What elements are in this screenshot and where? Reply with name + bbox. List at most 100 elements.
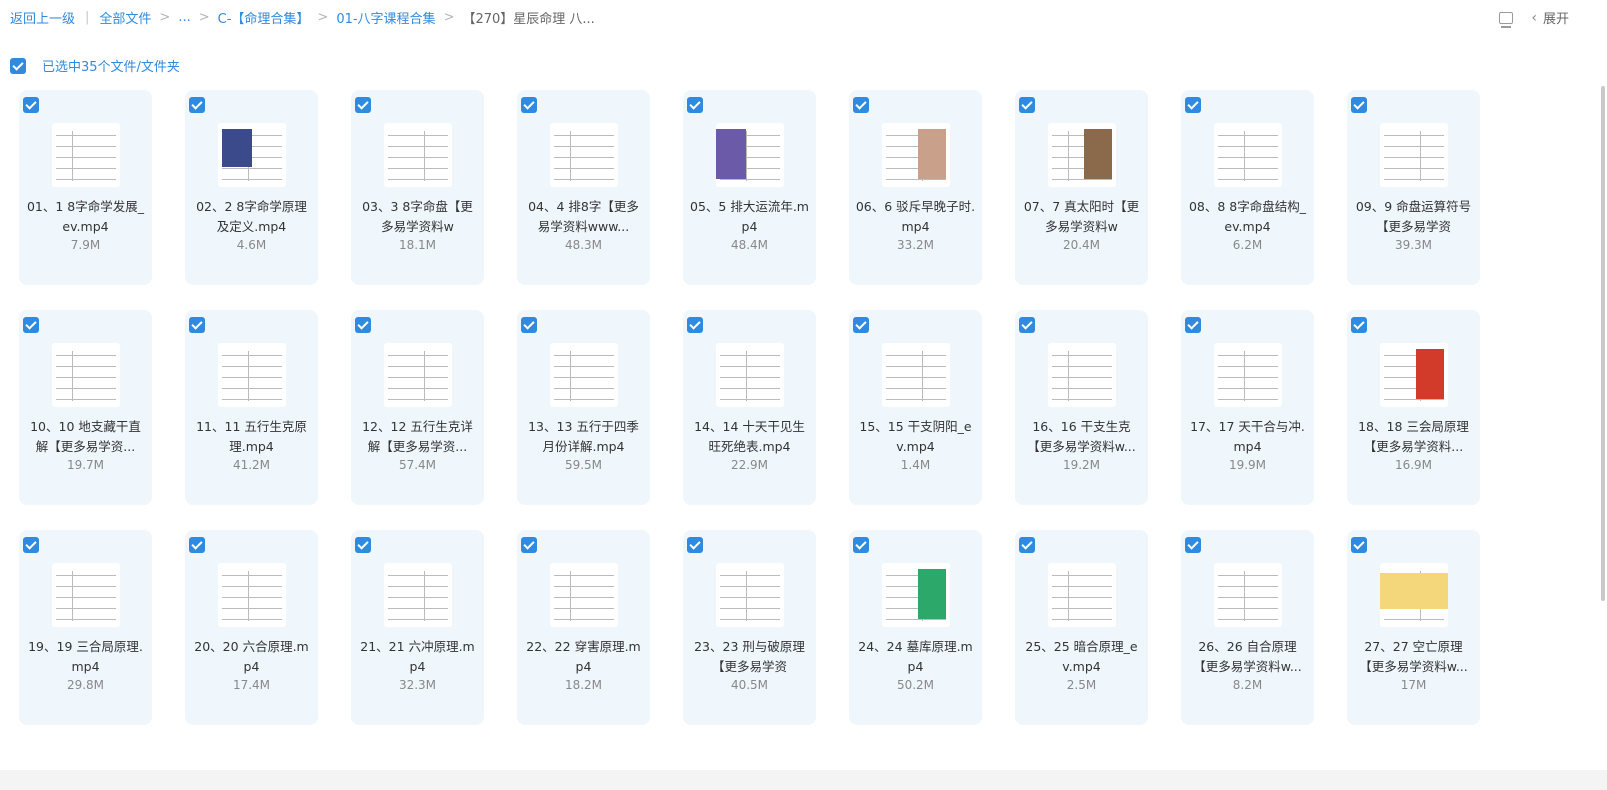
file-checkbox[interactable] xyxy=(521,97,537,113)
file-checkbox[interactable] xyxy=(521,317,537,333)
file-checkbox[interactable] xyxy=(1185,97,1201,113)
file-card[interactable]: 21、21 六冲原理.mp4 32.3M xyxy=(351,530,484,725)
file-checkbox[interactable] xyxy=(23,537,39,553)
file-checkbox[interactable] xyxy=(1185,537,1201,553)
file-size: 2.5M xyxy=(1066,678,1097,692)
breadcrumb-ellipsis[interactable]: ... xyxy=(178,10,190,25)
file-size: 19.9M xyxy=(1228,458,1267,472)
file-card[interactable]: 22、22 穿害原理.mp4 18.2M xyxy=(517,530,650,725)
scrollbar[interactable] xyxy=(1601,86,1605,601)
select-all-checkbox[interactable] xyxy=(10,57,26,74)
file-name: 27、27 空亡原理【更多易学资料w... xyxy=(1359,639,1468,674)
file-size: 41.2M xyxy=(232,458,271,472)
file-card[interactable]: 20、20 六合原理.mp4 17.4M xyxy=(185,530,318,725)
video-thumbnail xyxy=(716,563,784,627)
video-thumbnail xyxy=(1048,563,1116,627)
top-bar: 返回上一级 | 全部文件 > ... > C-【命理合集】 > 01-八字课程合… xyxy=(0,0,1607,36)
file-name: 16、16 干支生克【更多易学资料w... xyxy=(1027,419,1136,454)
file-checkbox[interactable] xyxy=(189,97,205,113)
file-checkbox[interactable] xyxy=(687,317,703,333)
file-card[interactable]: 04、4 排8字【更多易学资料www... 48.3M xyxy=(517,90,650,285)
file-name: 02、2 8字命学原理及定义.mp4 xyxy=(196,199,307,234)
file-card[interactable]: 16、16 干支生克【更多易学资料w... 19.2M xyxy=(1015,310,1148,505)
file-name: 15、15 干支阴阳_ev.mp4 xyxy=(859,419,972,454)
file-size: 48.4M xyxy=(730,238,769,252)
file-card[interactable]: 09、9 命盘运算符号【更多易学资 39.3M xyxy=(1347,90,1480,285)
file-card[interactable]: 13、13 五行于四季月份详解.mp4 59.5M xyxy=(517,310,650,505)
file-card[interactable]: 15、15 干支阴阳_ev.mp4 1.4M xyxy=(849,310,982,505)
file-checkbox[interactable] xyxy=(1019,97,1035,113)
file-card[interactable]: 18、18 三会局原理【更多易学资料... 16.9M xyxy=(1347,310,1480,505)
file-size: 50.2M xyxy=(896,678,935,692)
file-name: 04、4 排8字【更多易学资料www... xyxy=(528,199,639,234)
file-card[interactable]: 03、3 8字命盘【更多易学资料w 18.1M xyxy=(351,90,484,285)
file-card[interactable]: 12、12 五行生克详解【更多易学资... 57.4M xyxy=(351,310,484,505)
back-link[interactable]: 返回上一级 xyxy=(10,8,75,27)
video-thumbnail xyxy=(1380,563,1448,627)
file-checkbox[interactable] xyxy=(189,317,205,333)
file-checkbox[interactable] xyxy=(1351,317,1367,333)
file-checkbox[interactable] xyxy=(1019,537,1035,553)
breadcrumb: 返回上一级 | 全部文件 > ... > C-【命理合集】 > 01-八字课程合… xyxy=(10,8,595,27)
file-checkbox[interactable] xyxy=(1351,537,1367,553)
file-checkbox[interactable] xyxy=(853,97,869,113)
file-name: 05、5 排大运流年.mp4 xyxy=(690,199,809,234)
video-thumbnail xyxy=(1048,123,1116,187)
file-name: 07、7 真太阳时【更多易学资料w xyxy=(1023,199,1140,234)
chevron-left-icon[interactable]: ‹ xyxy=(1531,10,1537,26)
file-size: 57.4M xyxy=(398,458,437,472)
expand-button[interactable]: 展开 xyxy=(1543,8,1569,27)
file-card[interactable]: 08、8 8字命盘结构_ev.mp4 6.2M xyxy=(1181,90,1314,285)
file-card[interactable]: 05、5 排大运流年.mp4 48.4M xyxy=(683,90,816,285)
breadcrumb-bazi-folder[interactable]: 01-八字课程合集 xyxy=(336,8,435,27)
file-checkbox[interactable] xyxy=(1351,97,1367,113)
file-size: 32.3M xyxy=(398,678,437,692)
file-card[interactable]: 27、27 空亡原理【更多易学资料w... 17M xyxy=(1347,530,1480,725)
file-name: 17、17 天干合与冲.mp4 xyxy=(1190,419,1305,454)
file-name: 23、23 刑与破原理【更多易学资 xyxy=(694,639,805,674)
file-card[interactable]: 26、26 自合原理【更多易学资料w... 8.2M xyxy=(1181,530,1314,725)
file-card[interactable]: 06、6 驳斥早晚子时.mp4 33.2M xyxy=(849,90,982,285)
file-size: 16.9M xyxy=(1394,458,1433,472)
file-checkbox[interactable] xyxy=(355,97,371,113)
breadcrumb-separator: > xyxy=(198,10,210,25)
breadcrumb-c-folder[interactable]: C-【命理合集】 xyxy=(218,8,310,27)
file-card[interactable]: 25、25 暗合原理_ev.mp4 2.5M xyxy=(1015,530,1148,725)
file-size: 40.5M xyxy=(730,678,769,692)
file-name: 20、20 六合原理.mp4 xyxy=(194,639,309,674)
file-card[interactable]: 01、1 8字命学发展_ev.mp4 7.9M xyxy=(19,90,152,285)
file-checkbox[interactable] xyxy=(1185,317,1201,333)
file-checkbox[interactable] xyxy=(853,317,869,333)
video-thumbnail xyxy=(882,123,950,187)
file-name: 09、9 命盘运算符号【更多易学资 xyxy=(1355,199,1472,234)
file-card[interactable]: 24、24 墓库原理.mp4 50.2M xyxy=(849,530,982,725)
divider: | xyxy=(85,10,90,25)
file-checkbox[interactable] xyxy=(687,97,703,113)
breadcrumb-current: 【270】星辰命理 八... xyxy=(462,12,595,27)
list-view-icon[interactable] xyxy=(1499,11,1514,28)
file-checkbox[interactable] xyxy=(189,537,205,553)
file-checkbox[interactable] xyxy=(1019,317,1035,333)
video-thumbnail xyxy=(882,343,950,407)
file-checkbox[interactable] xyxy=(23,97,39,113)
file-card[interactable]: 07、7 真太阳时【更多易学资料w 20.4M xyxy=(1015,90,1148,285)
file-card[interactable]: 14、14 十天干见生旺死绝表.mp4 22.9M xyxy=(683,310,816,505)
file-card[interactable]: 17、17 天干合与冲.mp4 19.9M xyxy=(1181,310,1314,505)
file-checkbox[interactable] xyxy=(23,317,39,333)
file-checkbox[interactable] xyxy=(355,317,371,333)
file-size: 19.2M xyxy=(1062,458,1101,472)
file-card[interactable]: 19、19 三合局原理.mp4 29.8M xyxy=(19,530,152,725)
file-size: 6.2M xyxy=(1232,238,1263,252)
video-thumbnail xyxy=(52,123,120,187)
file-size: 8.2M xyxy=(1232,678,1263,692)
file-checkbox[interactable] xyxy=(355,537,371,553)
breadcrumb-all-files[interactable]: 全部文件 xyxy=(99,8,151,27)
file-size: 20.4M xyxy=(1062,238,1101,252)
file-checkbox[interactable] xyxy=(853,537,869,553)
file-card[interactable]: 02、2 8字命学原理及定义.mp4 4.6M xyxy=(185,90,318,285)
file-card[interactable]: 11、11 五行生克原理.mp4 41.2M xyxy=(185,310,318,505)
file-checkbox[interactable] xyxy=(521,537,537,553)
file-card[interactable]: 10、10 地支藏干直解【更多易学资... 19.7M xyxy=(19,310,152,505)
file-card[interactable]: 23、23 刑与破原理【更多易学资 40.5M xyxy=(683,530,816,725)
file-checkbox[interactable] xyxy=(687,537,703,553)
